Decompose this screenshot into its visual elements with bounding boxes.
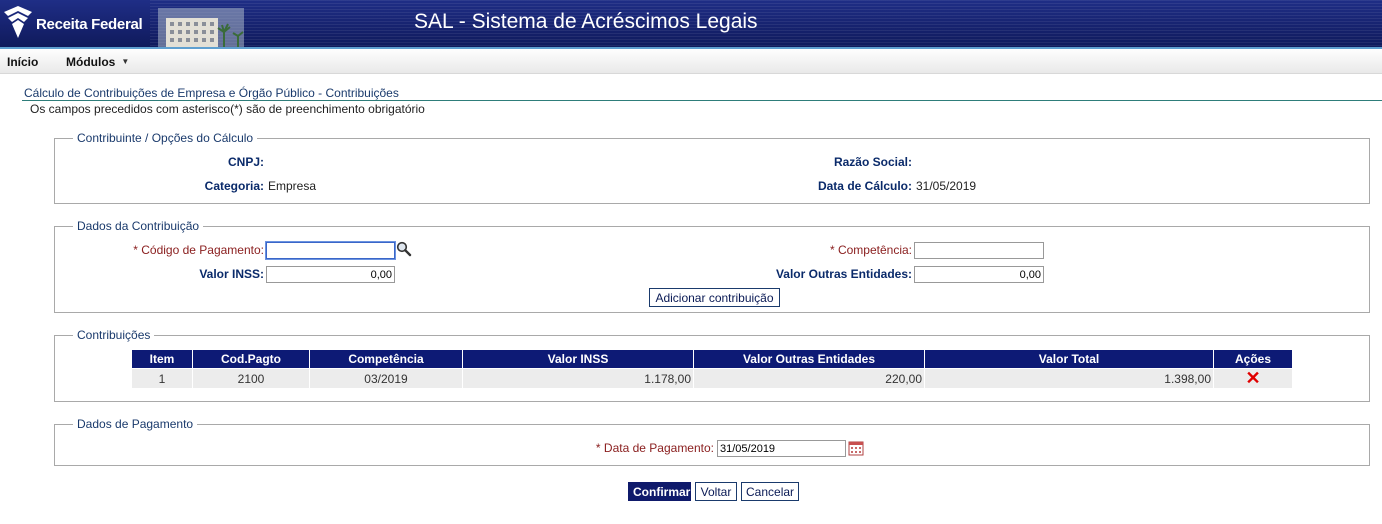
col-item: Item — [131, 349, 193, 369]
col-cod-pagto: Cod.Pagto — [192, 349, 310, 369]
cnpj-label: CNPJ: — [227, 155, 264, 169]
data-calculo-value: 31/05/2019 — [916, 179, 977, 193]
data-calculo-label: Data de Cálculo: — [817, 179, 912, 193]
cell-cod-pagto: 2100 — [192, 368, 310, 389]
col-acoes: Ações — [1213, 349, 1293, 369]
search-icon[interactable] — [396, 241, 412, 257]
menu-inicio[interactable]: Início — [7, 55, 38, 69]
contribuicoes-table: Item Cod.Pagto Competência Valor INSS Va… — [131, 349, 1293, 389]
table-row: 1 2100 03/2019 1.178,00 220,00 1.398,00 … — [131, 368, 1293, 389]
table-header-row: Item Cod.Pagto Competência Valor INSS Va… — [131, 349, 1293, 369]
valor-outras-entidades-label: Valor Outras Entidades: — [775, 267, 912, 281]
header-banner: Receita Federal SAL - Sistema de Acrésci… — [0, 0, 1382, 49]
caret-down-icon: ▼ — [121, 57, 130, 66]
codigo-pagamento-input[interactable] — [265, 241, 396, 260]
valor-inss-input[interactable] — [266, 266, 395, 283]
cell-valor-inss: 1.178,00 — [462, 368, 694, 389]
col-valor-inss: Valor INSS — [462, 349, 694, 369]
logo-text: Receita Federal — [36, 16, 143, 33]
data-pagamento-input[interactable] — [717, 440, 846, 457]
adicionar-contribuicao-button[interactable]: Adicionar contribuição — [649, 288, 780, 307]
fieldset-contribuinte: Contribuinte / Opções do Cálculo CNPJ: R… — [54, 131, 1370, 204]
competencia-label: * Competência: — [829, 243, 912, 257]
legend-contribuinte: Contribuinte / Opções do Cálculo — [73, 131, 258, 145]
legend-contribuicoes: Contribuições — [73, 328, 155, 342]
calendar-icon[interactable] — [848, 440, 864, 456]
menu-modulos-label: Módulos — [66, 55, 116, 69]
valor-inss-label: Valor INSS: — [199, 267, 264, 281]
page-title: Cálculo de Contribuições de Empresa e Ór… — [24, 86, 399, 100]
confirmar-button[interactable]: Confirmar — [628, 482, 691, 501]
cell-acoes: ✕ — [1213, 368, 1293, 389]
fieldset-dados-pagamento: Dados de Pagamento * Data de Pagamento: — [54, 417, 1370, 466]
fieldset-contribuicoes: Contribuições Item Cod.Pagto Competência… — [54, 328, 1370, 402]
menu-bar: Início Módulos ▼ — [0, 50, 1382, 74]
title-underline — [22, 100, 1382, 101]
categoria-label: Categoria: — [204, 179, 264, 193]
competencia-input[interactable] — [914, 242, 1044, 259]
categoria-value: Empresa — [268, 179, 317, 193]
col-valor-outras-entidades: Valor Outras Entidades — [693, 349, 925, 369]
codigo-pagamento-label: * Código de Pagamento: — [133, 243, 264, 257]
eagle-emblem-icon — [4, 6, 32, 38]
col-competencia: Competência — [309, 349, 463, 369]
banner-divider — [0, 47, 1382, 49]
cell-item: 1 — [131, 368, 193, 389]
valor-outras-entidades-input[interactable] — [914, 266, 1044, 283]
banner-texture — [150, 0, 1382, 49]
cell-valor-outras-entidades: 220,00 — [693, 368, 925, 389]
cell-valor-total: 1.398,00 — [924, 368, 1214, 389]
delete-icon[interactable]: ✕ — [1245, 368, 1260, 388]
data-pagamento-label: * Data de Pagamento: — [595, 441, 714, 455]
razao-social-label: Razão Social: — [833, 155, 912, 169]
fieldset-dados-contribuicao: Dados da Contribuição * Código de Pagame… — [54, 219, 1370, 313]
building-image-icon — [158, 8, 244, 49]
col-valor-total: Valor Total — [924, 349, 1214, 369]
voltar-button[interactable]: Voltar — [695, 482, 737, 501]
cell-competencia: 03/2019 — [309, 368, 463, 389]
cancelar-button[interactable]: Cancelar — [741, 482, 799, 501]
menu-modulos[interactable]: Módulos ▼ — [66, 55, 129, 69]
page-subtitle: Os campos precedidos com asterisco(*) sã… — [30, 102, 425, 116]
legend-dados-pagamento: Dados de Pagamento — [73, 417, 198, 431]
legend-dados-contribuicao: Dados da Contribuição — [73, 219, 204, 233]
receita-federal-logo: Receita Federal — [2, 4, 152, 44]
app-title: SAL - Sistema de Acréscimos Legais — [414, 10, 758, 33]
